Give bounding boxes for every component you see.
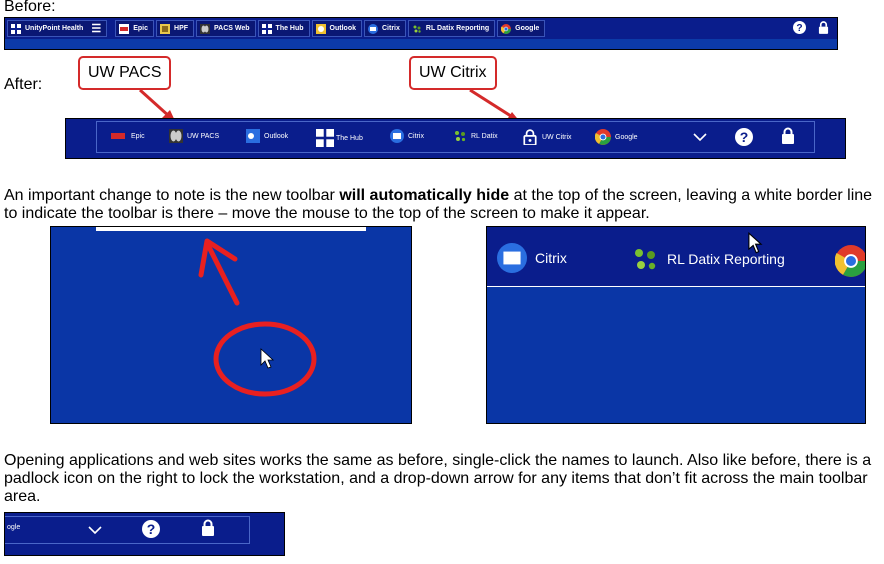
pacs-icon	[200, 23, 211, 34]
outlook-icon	[315, 23, 326, 34]
partial-google-label[interactable]: ogle	[7, 524, 20, 531]
before-item-label: Outlook	[329, 25, 356, 32]
after-item-uw-citrix[interactable]: UW Citrix	[522, 129, 572, 145]
autohide-emphasis: will automatically hide	[339, 187, 510, 204]
after-item-label: UW Citrix	[542, 133, 572, 141]
autohide-text-1: An important change to note is the new t…	[4, 187, 340, 204]
arrow-to-pacs	[138, 88, 172, 119]
before-item-label: Epic	[133, 25, 149, 32]
before-item-hub[interactable]: The Hub	[257, 20, 310, 37]
help-icon[interactable]: ?	[142, 520, 160, 538]
datix-icon	[455, 131, 466, 142]
expanded-item-label: RL Datix Reporting	[667, 251, 785, 267]
after-item-label: UW PACS	[187, 132, 220, 140]
outlook-icon	[246, 129, 260, 143]
after-item-label: Epic	[131, 132, 145, 140]
before-item-label: Citrix	[382, 25, 400, 32]
pacs-icon	[169, 129, 183, 143]
before-item-hpf[interactable]: HPF	[156, 20, 195, 37]
toolbar-right-end-snippet: ogle ?	[4, 512, 285, 556]
lock-app-icon	[523, 129, 537, 145]
before-toolbar: UnityPoint Health ☰ Epic HPF PACS Web Th…	[4, 17, 838, 50]
callout-uw-pacs: UW PACS	[78, 56, 172, 90]
citrix-icon	[368, 23, 378, 34]
after-toolbar-inner: Epic UW PACS Outlook The Hub Citrix RL D…	[96, 121, 815, 153]
svg-text:?: ?	[147, 521, 156, 537]
expanded-item-citrix[interactable]: Citrix	[497, 243, 567, 273]
after-item-label: The Hub	[336, 134, 363, 142]
autohide-paragraph: An important change to note is the new t…	[4, 187, 884, 223]
chrome-icon	[501, 23, 512, 34]
before-toolbar-right: ?	[793, 21, 829, 34]
after-item-uw-pacs[interactable]: UW PACS	[169, 129, 219, 143]
before-item-epic[interactable]: Epic	[115, 20, 155, 37]
before-item-pacs-web[interactable]: PACS Web	[196, 20, 256, 37]
menu-icon[interactable]: ☰	[91, 22, 101, 35]
usage-paragraph: Opening applications and web sites works…	[4, 452, 872, 505]
citrix-icon	[497, 243, 527, 273]
chrome-icon	[595, 129, 611, 145]
help-icon[interactable]: ?	[793, 21, 806, 34]
after-item-google[interactable]: Google	[595, 129, 638, 145]
help-icon[interactable]: ?	[735, 128, 753, 146]
lock-icon[interactable]	[781, 127, 795, 144]
mouse-cursor-icon	[748, 232, 763, 254]
before-item-unitypoint[interactable]: UnityPoint Health ☰	[7, 20, 108, 37]
after-item-label: Citrix	[408, 132, 424, 140]
unitypoint-logo-icon	[11, 23, 21, 34]
svg-text:?: ?	[796, 23, 802, 34]
arrow-to-citrix	[469, 88, 515, 120]
hpf-icon	[160, 23, 171, 34]
before-toolbar-strip: UnityPoint Health ☰ Epic HPF PACS Web Th…	[5, 18, 837, 39]
before-item-label: Google	[515, 25, 540, 32]
visible-toolbar-screenshot: Citrix RL Datix Reporting	[486, 226, 866, 424]
epic-icon	[119, 23, 130, 34]
after-item-label: RL Datix	[471, 132, 498, 140]
epic-icon	[111, 133, 125, 139]
after-item-rl-datix[interactable]: RL Datix	[453, 129, 498, 143]
datix-icon	[635, 249, 656, 270]
expanded-item-label: Citrix	[535, 250, 567, 266]
before-label: Before:	[4, 0, 56, 15]
chrome-icon[interactable]	[835, 245, 866, 277]
datix-icon	[413, 25, 421, 33]
after-label: After:	[4, 76, 43, 93]
after-item-outlook[interactable]: Outlook	[246, 129, 288, 143]
before-item-label: PACS Web	[214, 25, 250, 32]
before-item-label: UnityPoint Health	[25, 25, 84, 32]
lock-icon[interactable]	[818, 21, 829, 34]
after-toolbar: Epic UW PACS Outlook The Hub Citrix RL D…	[65, 118, 846, 159]
before-item-datix[interactable]: RL Datix Reporting	[407, 20, 496, 37]
after-item-label: Outlook	[264, 132, 289, 140]
hidden-toolbar-annotations	[198, 238, 317, 397]
hub-icon	[316, 129, 334, 147]
before-item-label: The Hub	[275, 25, 304, 32]
citrix-icon	[390, 129, 404, 143]
mouse-cursor-icon	[260, 348, 275, 369]
before-item-label: HPF	[174, 25, 189, 32]
chevron-down-icon[interactable]	[693, 133, 707, 142]
callout-uw-citrix: UW Citrix	[409, 56, 497, 90]
after-item-epic[interactable]: Epic	[109, 129, 145, 143]
chevron-down-icon[interactable]	[88, 526, 102, 535]
before-item-citrix[interactable]: Citrix	[364, 20, 406, 37]
lock-icon[interactable]	[201, 519, 215, 536]
hidden-toolbar-screenshot	[50, 226, 412, 424]
before-item-google[interactable]: Google	[497, 20, 546, 37]
before-item-label: RL Datix Reporting	[425, 25, 490, 32]
svg-text:?: ?	[740, 129, 749, 145]
after-item-citrix[interactable]: Citrix	[390, 129, 424, 143]
before-item-outlook[interactable]: Outlook	[311, 20, 362, 37]
after-item-label: Google	[615, 133, 638, 141]
hub-icon	[261, 23, 272, 34]
after-item-hub[interactable]: The Hub	[316, 129, 363, 147]
